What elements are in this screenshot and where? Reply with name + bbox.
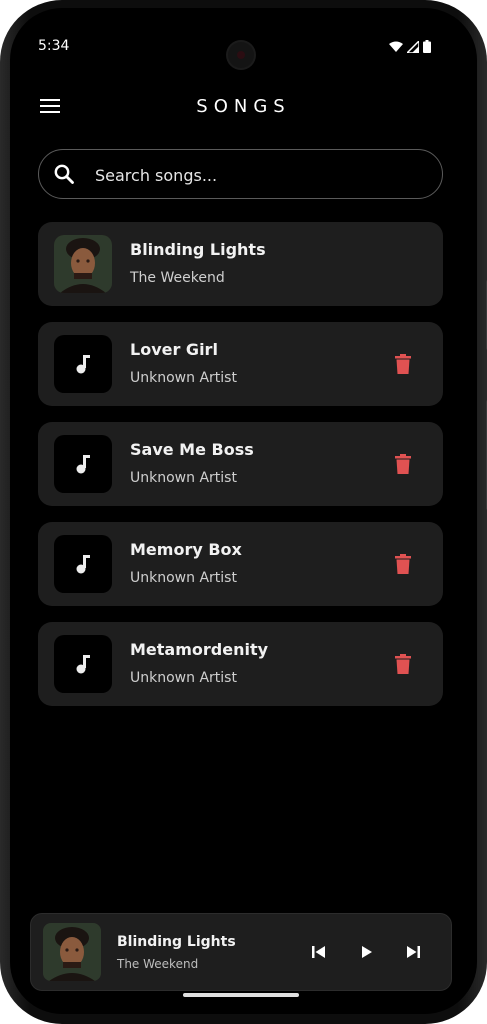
song-thumbnail [54, 635, 112, 693]
album-art [54, 235, 112, 293]
now-playing-title: Blinding Lights [117, 934, 236, 950]
song-artist: Unknown Artist [130, 670, 237, 686]
song-artist: Unknown Artist [130, 370, 237, 386]
song-title: Lover Girl [130, 340, 218, 359]
status-bar: 5:34 [10, 8, 477, 68]
song-thumbnail [54, 335, 112, 393]
delete-icon[interactable] [395, 354, 411, 374]
status-time: 5:34 [38, 38, 70, 54]
song-title: Memory Box [130, 540, 242, 559]
app-header: SONGS [10, 84, 477, 128]
music-note-icon [73, 454, 93, 474]
search-icon [53, 163, 75, 185]
app-screen: 5:34 SONGS Search songs... Blinding Ligh… [10, 8, 477, 1014]
delete-icon[interactable] [395, 554, 411, 574]
signal-icon [407, 40, 419, 53]
search-bar [38, 149, 443, 200]
song-item[interactable]: Lover Girl Unknown Artist [38, 322, 443, 406]
song-item[interactable]: Save Me Boss Unknown Artist [38, 422, 443, 506]
song-thumbnail [54, 435, 112, 493]
skip-next-icon[interactable] [403, 942, 423, 962]
delete-icon[interactable] [395, 454, 411, 474]
battery-icon [423, 40, 431, 53]
song-item[interactable]: Metamordenity Unknown Artist [38, 622, 443, 706]
home-indicator[interactable] [183, 993, 299, 997]
song-artist: Unknown Artist [130, 470, 237, 486]
album-art [43, 923, 101, 981]
song-title: Metamordenity [130, 640, 269, 659]
music-note-icon [73, 554, 93, 574]
page-title: SONGS [196, 96, 291, 117]
music-note-icon [73, 654, 93, 674]
music-note-icon [73, 354, 93, 374]
song-thumbnail [54, 535, 112, 593]
search-input[interactable] [93, 150, 427, 200]
song-title: Save Me Boss [130, 440, 254, 459]
song-item[interactable]: Memory Box Unknown Artist [38, 522, 443, 606]
song-title: Blinding Lights [130, 240, 266, 259]
song-artist: The Weekend [130, 270, 225, 286]
now-playing-artist: The Weekend [117, 957, 199, 971]
front-camera [228, 42, 254, 68]
song-list: Blinding Lights The Weekend Lover Girl U… [38, 222, 443, 722]
phone-frame: 5:34 SONGS Search songs... Blinding Ligh… [0, 0, 487, 1024]
wifi-icon [389, 41, 403, 52]
delete-icon[interactable] [395, 654, 411, 674]
status-icons [389, 40, 431, 53]
play-icon[interactable] [357, 942, 377, 962]
now-playing-bar[interactable]: Blinding Lights The Weekend [30, 913, 452, 991]
song-item[interactable]: Blinding Lights The Weekend [38, 222, 443, 306]
song-artist: Unknown Artist [130, 570, 237, 586]
skip-previous-icon[interactable] [309, 942, 329, 962]
